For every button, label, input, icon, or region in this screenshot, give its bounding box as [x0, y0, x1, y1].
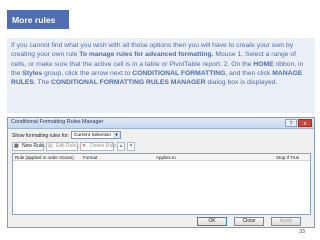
col-format: Format	[83, 155, 98, 160]
help-button[interactable]: ?	[285, 119, 297, 127]
show-rules-value: Current Selection	[74, 133, 112, 138]
dialog-titlebar: Conditional Formatting Rules Manager ? x	[8, 118, 314, 129]
page-number: 33	[299, 229, 306, 235]
col-stop-if-true: Stop If True	[276, 155, 300, 160]
instr-home: HOME	[253, 60, 274, 68]
dialog-title: Conditional Formatting Rules Manager	[11, 119, 104, 125]
instr-p2d: , and then click	[225, 69, 273, 77]
col-rule: Rule (applied in order shown)	[15, 155, 74, 160]
edit-rule-icon: ▤	[48, 143, 53, 149]
delete-rule-icon: ✕	[82, 143, 87, 149]
rules-list[interactable]: Rule (applied in order shown) Format App…	[12, 153, 311, 215]
new-rule-label: New Rule...	[22, 143, 48, 149]
move-down-button[interactable]: ▼	[127, 142, 135, 151]
section-title: More rules	[7, 10, 69, 29]
close-icon[interactable]: x	[298, 119, 312, 127]
edit-rule-label: Edit Rule...	[56, 143, 81, 149]
edit-rule-button[interactable]: ▤ Edit Rule...	[46, 142, 81, 151]
new-rule-button[interactable]: ▦ New Rule...	[12, 142, 48, 151]
instructions-text: If you cannot find what you wish with al…	[7, 38, 315, 113]
delete-rule-button[interactable]: ✕ Delete Rule	[80, 142, 117, 151]
instr-p2c: group, click the arrow next to	[42, 69, 133, 77]
show-rules-select[interactable]: Current Selection ▼	[71, 131, 121, 139]
instr-p3b: dialog box is displayed.	[205, 79, 278, 87]
instr-p1-bold: To manage rules for advanced formatting.	[79, 51, 214, 59]
close-button[interactable]: Close	[234, 217, 264, 226]
instr-dialog-name: CONDITIONAL FORMATTING RULES MANAGER	[51, 79, 206, 87]
new-rule-icon: ▦	[14, 143, 19, 149]
ok-button[interactable]: OK	[197, 217, 227, 226]
instr-p3a: The	[35, 79, 52, 87]
move-up-button[interactable]: ▲	[117, 142, 125, 151]
col-applies-to: Applies to	[156, 155, 176, 160]
instr-styles: Styles	[22, 69, 43, 77]
instr-cond-fmt: CONDITIONAL FORMATTING	[132, 69, 226, 77]
delete-rule-label: Delete Rule	[90, 143, 117, 149]
rules-list-header: Rule (applied in order shown) Format App…	[13, 154, 310, 161]
rules-manager-dialog: Conditional Formatting Rules Manager ? x…	[7, 117, 315, 228]
apply-button[interactable]: Apply	[271, 217, 301, 226]
chevron-down-icon: ▼	[113, 132, 120, 138]
show-rules-label: Show formatting rules for:	[12, 133, 69, 139]
